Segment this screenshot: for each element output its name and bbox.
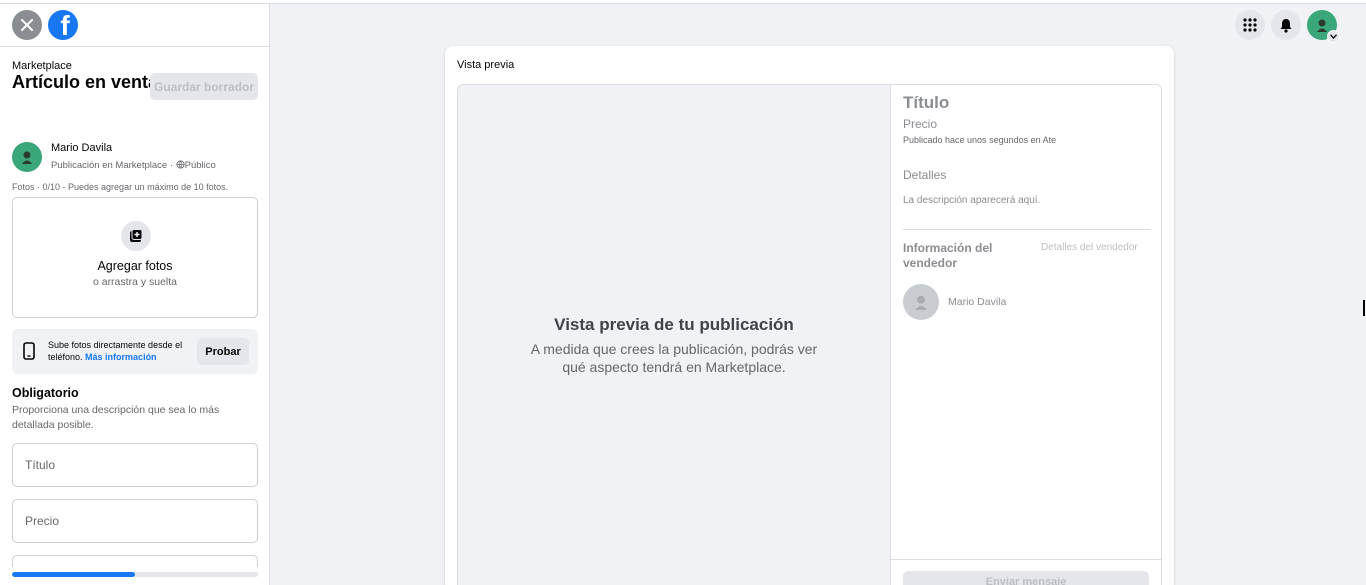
avatar-figure-icon bbox=[915, 295, 927, 310]
chevron-down-icon bbox=[1327, 30, 1340, 43]
preview-heading: Vista previa de tu publicación bbox=[554, 315, 794, 334]
user-row: Mario Davila Publicación en Marketplace … bbox=[12, 142, 262, 174]
avatar-figure-icon bbox=[1317, 19, 1327, 32]
preview-frame: Vista previa de tu publicación A medida … bbox=[457, 84, 1162, 585]
phone-upload-promo: Sube fotos directamente desde el teléfon… bbox=[12, 329, 258, 374]
save-draft-button[interactable]: Guardar borrador bbox=[150, 73, 258, 100]
price-field[interactable] bbox=[12, 499, 258, 543]
close-icon bbox=[21, 19, 33, 31]
page-title: Artículo en venta bbox=[12, 72, 159, 92]
audience-label[interactable]: Público bbox=[185, 160, 216, 171]
divider bbox=[891, 559, 1161, 560]
user-name[interactable]: Mario Davila bbox=[51, 142, 112, 154]
add-photo-icon bbox=[121, 221, 151, 251]
progress-fill bbox=[12, 572, 135, 577]
menu-button[interactable] bbox=[1235, 10, 1265, 40]
seller-info-heading: Información del vendedor bbox=[903, 241, 993, 270]
photos-note: Fotos · 0/10 - Puedes agregar un máximo … bbox=[12, 182, 229, 192]
send-message-button: Enviar mensaje bbox=[903, 571, 1149, 585]
title-input[interactable] bbox=[13, 444, 257, 486]
seller-avatar bbox=[903, 284, 939, 320]
user-subtitle: Publicación en Marketplace · Público bbox=[51, 160, 216, 171]
avatar[interactable] bbox=[12, 142, 42, 172]
required-section-title: Obligatorio bbox=[12, 386, 79, 400]
preview-label: Vista previa bbox=[457, 59, 515, 71]
facebook-logo-icon[interactable]: f bbox=[48, 10, 78, 40]
sidebar-title-block: Marketplace Artículo en venta bbox=[12, 60, 162, 93]
divider bbox=[903, 229, 1151, 230]
required-section-description: Proporciona una descripción que sea lo m… bbox=[12, 404, 220, 431]
phone-icon bbox=[23, 342, 35, 360]
add-photos-dropzone[interactable]: Agregar fotos o arrastra y suelta bbox=[12, 197, 258, 318]
preview-details-panel: Título Precio Publicado hace unos segund… bbox=[891, 85, 1161, 585]
seller-details-link: Detalles del vendedor bbox=[1041, 242, 1138, 253]
preview-details-label: Detalles bbox=[903, 168, 947, 182]
title-field[interactable] bbox=[12, 443, 258, 487]
phone-promo-text: Sube fotos directamente desde el teléfon… bbox=[48, 339, 193, 363]
sidebar-header: f bbox=[0, 4, 269, 47]
try-button[interactable]: Probar bbox=[197, 338, 249, 365]
seller-name: Mario Davila bbox=[948, 296, 1007, 308]
preview-card: Vista previa Vista previa de tu publicac… bbox=[445, 46, 1174, 585]
price-input[interactable] bbox=[13, 500, 257, 542]
text-cursor bbox=[1363, 300, 1365, 316]
close-button[interactable] bbox=[12, 10, 42, 40]
next-field[interactable] bbox=[12, 555, 258, 567]
user-subtitle-text: Publicación en Marketplace · bbox=[51, 160, 176, 171]
preview-item-title: Título bbox=[903, 93, 950, 112]
preview-media-area: Vista previa de tu publicación A medida … bbox=[458, 85, 891, 585]
add-photos-subtitle: o arrastra y suelta bbox=[92, 276, 178, 288]
notifications-button[interactable] bbox=[1271, 10, 1301, 40]
preview-posted-info: Publicado hace unos segundos en Ate bbox=[903, 135, 1057, 145]
bell-icon bbox=[1280, 18, 1292, 33]
avatar-figure-icon bbox=[22, 151, 32, 164]
grid-menu-icon bbox=[1243, 18, 1257, 32]
preview-item-price: Precio bbox=[903, 117, 938, 131]
preview-description-placeholder: La descripción aparecerá aquí. bbox=[903, 195, 1041, 206]
sidebar: f Marketplace Artículo en venta Guardar … bbox=[0, 4, 270, 585]
breadcrumb[interactable]: Marketplace bbox=[12, 60, 162, 72]
progress-bar bbox=[12, 572, 258, 577]
account-avatar[interactable] bbox=[1307, 10, 1340, 43]
more-info-link[interactable]: Más información bbox=[85, 352, 157, 362]
add-photos-title: Agregar fotos bbox=[97, 259, 173, 273]
preview-description: A medida que crees la publicación, podrá… bbox=[530, 341, 818, 375]
globe-icon bbox=[176, 160, 185, 169]
